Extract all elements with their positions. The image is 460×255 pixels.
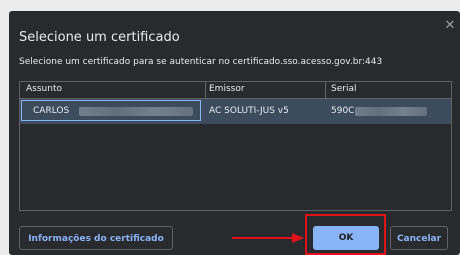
column-header-issuer[interactable]: Emissor: [209, 84, 245, 94]
column-header-subject[interactable]: Assunto: [26, 84, 62, 94]
redacted-serial: [355, 107, 427, 116]
certificate-table: Assunto Emissor Serial CARLOS AC SOLUTI-…: [19, 81, 452, 211]
close-icon[interactable]: ✕: [443, 19, 457, 33]
cell-issuer: AC SOLUTI-JUS v5: [209, 106, 289, 116]
column-divider[interactable]: [205, 82, 206, 98]
redacted-subject: [79, 107, 193, 116]
dialog-title: Selecione um certificado: [19, 30, 180, 45]
table-header: Assunto Emissor Serial: [20, 82, 451, 99]
cell-serial: 590C: [331, 106, 355, 116]
cancel-button[interactable]: Cancelar: [390, 226, 448, 250]
table-row[interactable]: CARLOS AC SOLUTI-JUS v5 590C: [20, 99, 451, 124]
cell-subject: CARLOS: [33, 106, 70, 116]
dialog-subtitle: Selecione um certificado para se autenti…: [19, 57, 383, 67]
certificate-info-button[interactable]: Informações do certificado: [19, 226, 173, 250]
certificate-dialog: ✕ Selecione um certificado Selecione um …: [9, 11, 460, 255]
annotation-highlight-box: [305, 214, 386, 255]
column-header-serial[interactable]: Serial: [331, 84, 356, 94]
annotation-arrow-icon: [232, 233, 304, 243]
column-divider[interactable]: [325, 82, 326, 98]
